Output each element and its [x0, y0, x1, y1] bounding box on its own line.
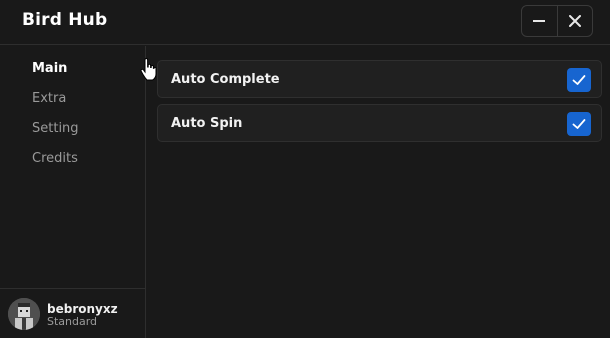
window-controls	[521, 5, 593, 37]
close-button[interactable]	[557, 6, 592, 36]
window-title: Bird Hub	[22, 10, 108, 30]
close-icon	[568, 15, 581, 27]
checkmark-icon	[572, 119, 586, 129]
user-rank: Standard	[47, 315, 98, 328]
main-content: Auto Complete Auto Spin	[147, 46, 610, 338]
sidebar-item-extra[interactable]: Extra	[32, 91, 66, 106]
option-label: Auto Spin	[171, 116, 243, 131]
sidebar-item-main[interactable]: Main	[32, 61, 67, 76]
title-bar: Bird Hub	[0, 0, 610, 45]
option-label: Auto Complete	[171, 72, 280, 87]
minimize-button[interactable]	[522, 6, 557, 36]
auto-spin-checkbox[interactable]	[567, 112, 591, 136]
auto-complete-checkbox[interactable]	[567, 68, 591, 92]
avatar-image	[8, 298, 40, 330]
sidebar-item-setting[interactable]: Setting	[32, 121, 79, 136]
avatar	[8, 298, 40, 330]
option-auto-complete: Auto Complete	[157, 60, 602, 98]
hub-window: Bird Hub Main Extra Setting Credits bebr…	[0, 0, 610, 338]
hand-pointer-icon	[140, 58, 157, 81]
username: bebronyxz	[47, 302, 118, 316]
option-auto-spin: Auto Spin	[157, 104, 602, 142]
user-profile: bebronyxz Standard	[0, 288, 146, 338]
checkmark-icon	[572, 75, 586, 85]
minus-icon	[533, 20, 546, 22]
sidebar-item-credits[interactable]: Credits	[32, 151, 78, 166]
